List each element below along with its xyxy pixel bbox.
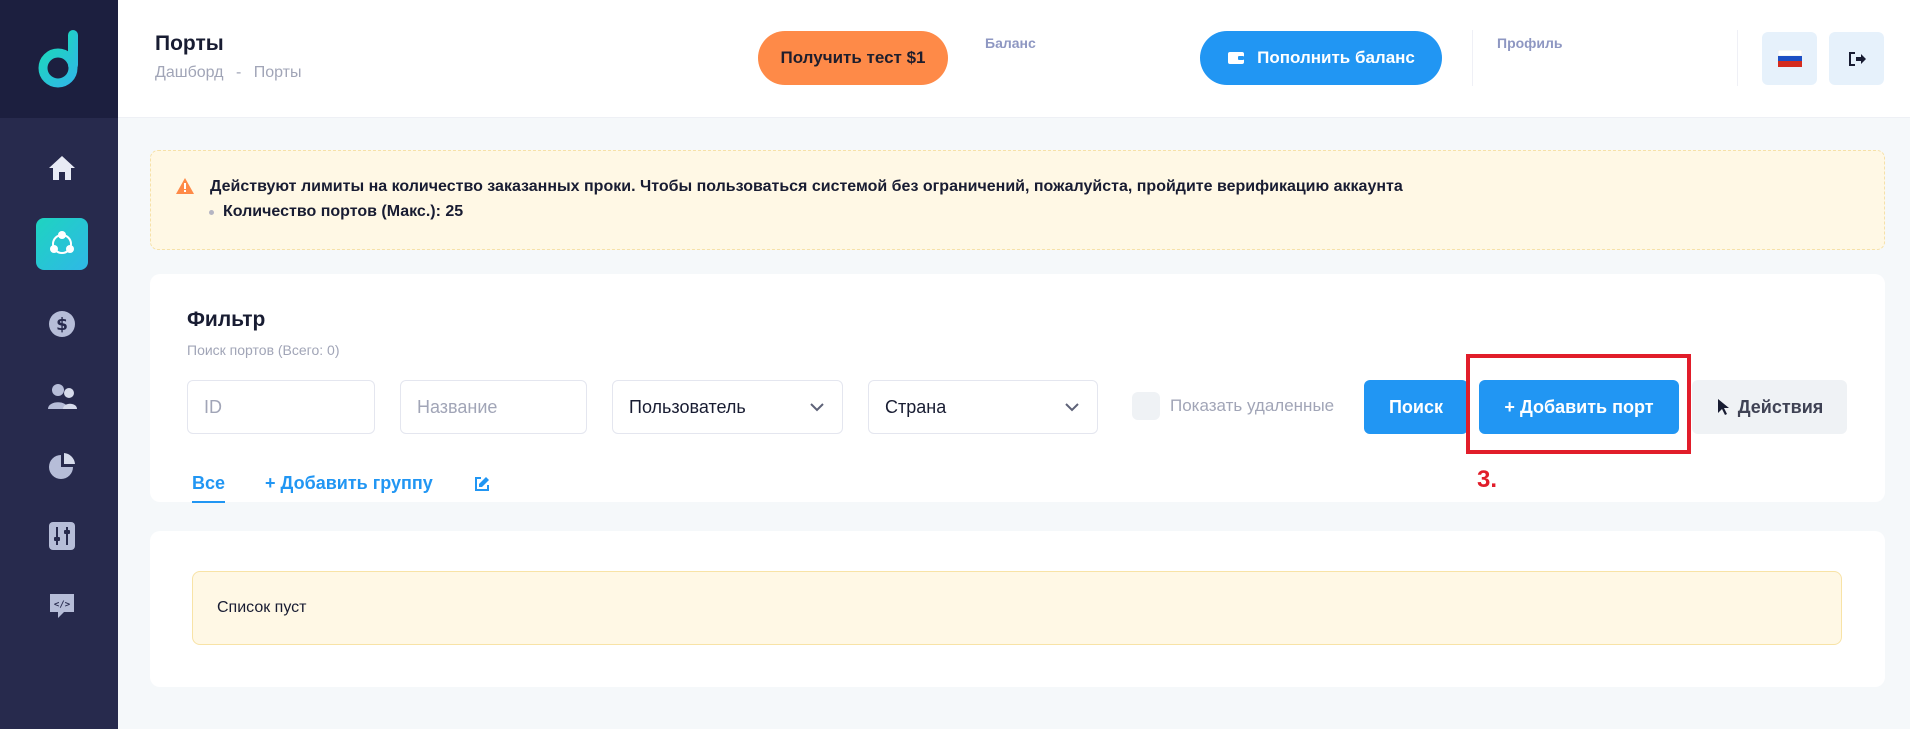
topup-balance-label: Пополнить баланс (1257, 48, 1415, 67)
svg-text:$: $ (56, 315, 68, 335)
wallet-icon (1228, 52, 1245, 64)
empty-list-message: Список пуст (192, 571, 1842, 645)
alert-message: Действуют лимиты на количество заказанны… (210, 178, 1403, 195)
alert-limit-text: Количество портов (Макс.): 25 (223, 203, 464, 220)
logo-icon (38, 30, 78, 88)
breadcrumb-separator: - (235, 64, 242, 81)
logout-button[interactable] (1829, 32, 1884, 85)
header-divider (1472, 30, 1473, 86)
actions-button[interactable]: Действия (1692, 380, 1847, 434)
logout-icon (1848, 51, 1866, 66)
sidebar: $ </> (0, 0, 118, 729)
sidebar-item-api[interactable]: </> (36, 580, 88, 632)
add-group-tab[interactable]: + Добавить группу (265, 473, 433, 494)
home-icon (49, 156, 75, 180)
user-select[interactable]: Пользователь (612, 380, 843, 434)
step-annotation: 3. (1477, 466, 1498, 493)
sliders-icon (49, 522, 75, 550)
actions-label: Действия (1737, 396, 1824, 417)
filter-title: Фильтр (187, 308, 266, 331)
alert-limit-item: Количество портов (Макс.): 25 (209, 203, 463, 221)
breadcrumb-current: Порты (253, 64, 302, 81)
id-input[interactable]: ID (187, 380, 375, 434)
sidebar-item-stats[interactable] (36, 440, 88, 492)
profile-label[interactable]: Профиль (1497, 35, 1563, 51)
search-button[interactable]: Поиск (1364, 380, 1468, 434)
filter-card: Фильтр Поиск портов (Всего: 0) ID Назван… (150, 274, 1885, 503)
sidebar-item-home[interactable] (36, 142, 88, 194)
ports-list-card: Список пуст (150, 531, 1885, 687)
group-tabs: Все + Добавить группу (192, 473, 491, 503)
top-header: Порты Дашборд - Порты Получить тест $1 Б… (118, 0, 1910, 118)
filter-subtitle: Поиск портов (Всего: 0) (187, 342, 340, 358)
language-button[interactable] (1762, 32, 1817, 85)
users-icon (48, 384, 77, 409)
svg-text:</>: </> (54, 600, 71, 610)
page-title: Порты (155, 32, 224, 55)
limits-alert: Действуют лимиты на количество заказанны… (150, 150, 1885, 250)
sidebar-item-finance[interactable]: $ (36, 298, 88, 350)
country-select-value: Страна (885, 396, 947, 417)
pie-chart-icon (49, 453, 75, 479)
edit-icon[interactable] (473, 475, 491, 493)
api-icon: </> (50, 594, 74, 618)
show-deleted-label: Показать удаленные (1170, 396, 1335, 415)
bullet-dot (209, 209, 214, 215)
breadcrumb-dashboard[interactable]: Дашборд (155, 64, 224, 81)
dollar-icon: $ (49, 311, 75, 337)
warning-icon (176, 178, 194, 194)
user-select-value: Пользователь (629, 396, 746, 417)
plus-icon: + (265, 473, 281, 493)
add-group-label: Добавить группу (280, 473, 433, 493)
chevron-down-icon (810, 402, 824, 411)
add-port-label: Добавить порт (1519, 396, 1654, 417)
chevron-down-icon (1065, 402, 1079, 411)
get-test-button[interactable]: Получить тест $1 (758, 31, 948, 85)
add-port-button[interactable]: + Добавить порт (1479, 380, 1679, 434)
name-input[interactable]: Название (400, 380, 587, 434)
cursor-icon (1717, 399, 1729, 415)
balance-label: Баланс (985, 35, 1036, 51)
breadcrumb: Дашборд - Порты (155, 64, 310, 82)
russia-flag-icon (1777, 50, 1802, 67)
tab-all[interactable]: Все (192, 473, 226, 503)
sidebar-item-ports[interactable] (36, 218, 88, 270)
country-select[interactable]: Страна (868, 380, 1098, 434)
plus-icon: + (1504, 396, 1520, 417)
sidebar-item-settings[interactable] (36, 510, 88, 562)
logo[interactable] (0, 0, 118, 118)
show-deleted-checkbox[interactable] (1132, 392, 1160, 420)
network-icon (50, 231, 74, 254)
header-divider (1737, 30, 1738, 86)
sidebar-item-users[interactable] (36, 370, 88, 422)
topup-balance-button[interactable]: Пополнить баланс (1200, 31, 1442, 85)
show-deleted-toggle[interactable]: Показать удаленные (1132, 392, 1334, 420)
